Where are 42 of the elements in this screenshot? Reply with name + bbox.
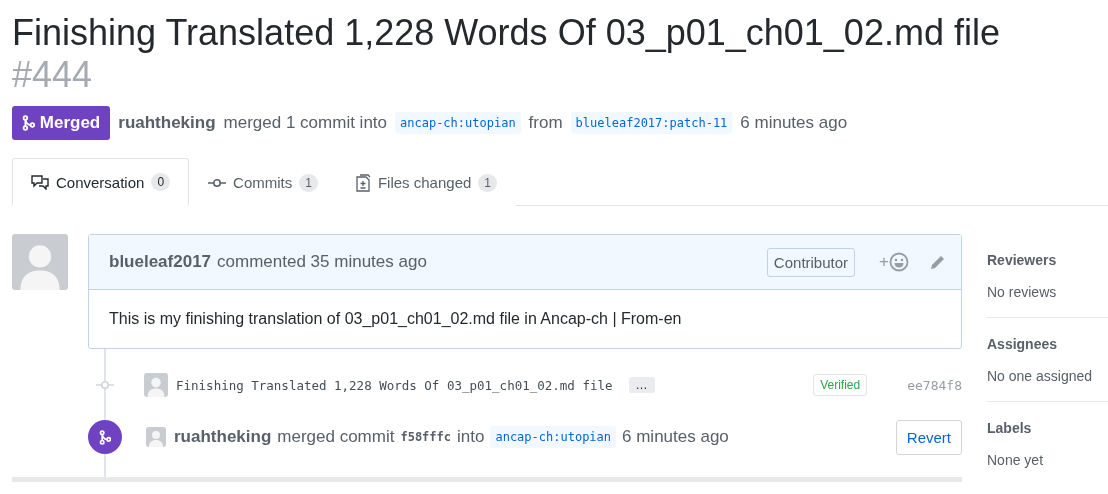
author-link[interactable]: ruahtheking: [118, 113, 216, 133]
merge-icon: [22, 115, 35, 131]
branch-label[interactable]: blueleaf2017:patch-11: [570, 112, 733, 134]
file-diff-icon: [355, 173, 371, 192]
commit-sha[interactable]: f58fffc: [400, 430, 451, 444]
avatar: [12, 234, 68, 290]
commit-icon: [96, 380, 114, 390]
expand-button[interactable]: …: [628, 377, 655, 393]
author-link[interactable]: blueleaf2017: [109, 252, 212, 272]
sidebar-heading[interactable]: Labels: [987, 420, 1108, 436]
count-badge: 1: [299, 173, 318, 192]
role-label: Contributor: [766, 247, 856, 277]
sidebar-value: No reviews: [987, 284, 1058, 300]
author-link[interactable]: ruahtheking: [174, 427, 272, 447]
comment-body: This is my finishing translation of 03_p01_ch01_02.md file in Ancap-ch | From-en: [108, 309, 683, 329]
avatar: [146, 427, 166, 447]
event-text: into: [457, 427, 485, 447]
sidebar-value: No one assigned: [987, 368, 1094, 384]
summary-text: merged 1 commit into: [223, 113, 387, 133]
branch-label[interactable]: ancap-ch:utopian: [395, 112, 521, 134]
merge-icon: [99, 429, 111, 445]
timestamp: 6 minutes ago: [622, 427, 729, 447]
commit-message[interactable]: Finishing Translated 1,228 Words Of 03_p01_ch01_02.md file: [176, 377, 613, 393]
speech-bubbles-icon: [31, 174, 49, 190]
summary-text: from: [528, 113, 563, 133]
count-badge: 1: [478, 173, 498, 192]
pull-request-title: Finishing Translated 1,228 Words Of 03_p01_ch01_02.md file #444: [12, 12, 1001, 96]
timestamp: 6 minutes ago: [740, 113, 848, 133]
tab[interactable]: Conversation 0: [12, 158, 190, 206]
pencil-icon[interactable]: [929, 253, 947, 271]
branch-label[interactable]: ancap-ch:utopian: [490, 426, 617, 448]
comment-meta: commented 35 minutes ago: [217, 252, 427, 272]
sidebar-value: None yet: [987, 452, 1045, 468]
avatar: [144, 373, 168, 397]
sidebar-heading[interactable]: Reviewers: [987, 252, 1108, 268]
verified-badge[interactable]: Verified: [813, 374, 868, 396]
commit-icon: [208, 177, 227, 188]
revert-button[interactable]: Revert: [895, 419, 962, 455]
event-text: merged commit: [277, 427, 395, 447]
count-badge: 0: [151, 173, 171, 191]
sidebar-heading[interactable]: Assignees: [987, 336, 1108, 352]
status-badge: Merged: [12, 106, 111, 140]
